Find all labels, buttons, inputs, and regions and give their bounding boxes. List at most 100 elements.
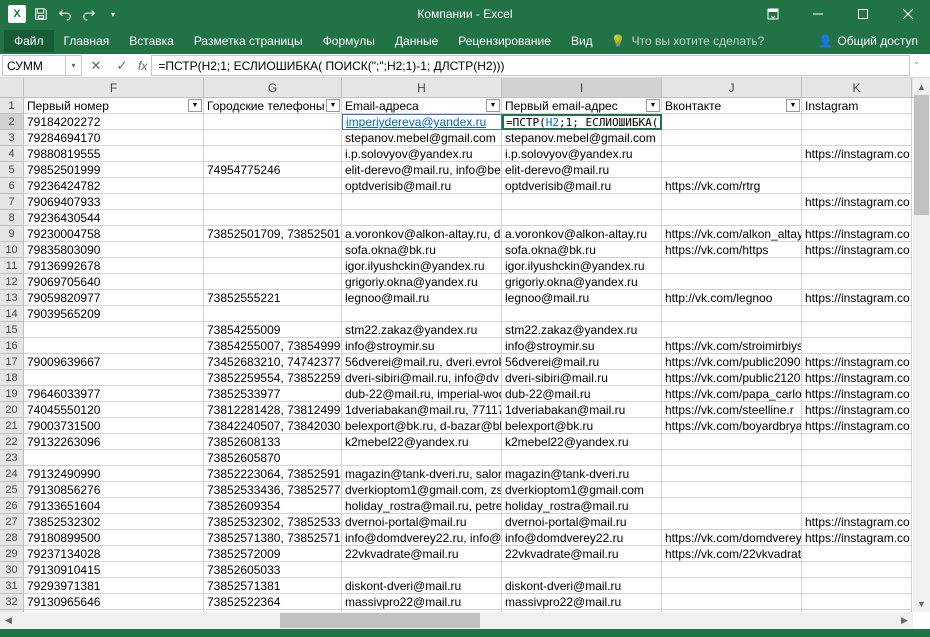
- cell[interactable]: =ПСТР(H2;1; ЕСЛИОШИБКА( ПОИСК(";";H2;1)-…: [502, 114, 662, 130]
- cell[interactable]: 79069407933: [24, 194, 204, 210]
- cell[interactable]: 74045550120: [24, 402, 204, 418]
- row-header[interactable]: 8: [0, 210, 24, 226]
- minimize-button[interactable]: [795, 0, 840, 28]
- cell[interactable]: 79880819555: [24, 146, 204, 162]
- tab-view[interactable]: Вид: [561, 30, 603, 52]
- row-header[interactable]: 29: [0, 546, 24, 562]
- cell[interactable]: legnoo@mail.ru: [502, 290, 662, 306]
- cell[interactable]: 79646033977: [24, 386, 204, 402]
- cell-header[interactable]: Email-адреса▼: [342, 98, 502, 114]
- cell[interactable]: [662, 578, 802, 594]
- cell[interactable]: https://vk.com/boyardbrya: [662, 418, 802, 434]
- col-header-J[interactable]: J: [662, 78, 802, 97]
- cell[interactable]: magazin@tank-dveri.ru, salon@: [342, 466, 502, 482]
- tab-review[interactable]: Рецензирование: [448, 30, 561, 52]
- cell-header[interactable]: Первый email-адрес▼: [502, 98, 662, 114]
- cell[interactable]: [342, 194, 502, 210]
- row-header[interactable]: 13: [0, 290, 24, 306]
- cell[interactable]: [802, 546, 912, 562]
- cell[interactable]: holiday_rostra@mail.ru: [502, 498, 662, 514]
- scroll-right[interactable]: ▶: [896, 612, 913, 629]
- cell[interactable]: 73852605033: [204, 562, 342, 578]
- cell[interactable]: 73812281428, 73812499227, 7381: [204, 402, 342, 418]
- cell[interactable]: a.voronkov@alkon-altay.ru: [502, 226, 662, 242]
- cell[interactable]: [802, 338, 912, 354]
- cell[interactable]: 79069705640: [24, 274, 204, 290]
- cell[interactable]: dverkioptom1@gmail.com: [502, 482, 662, 498]
- cell-header[interactable]: Instagram: [802, 98, 912, 114]
- cell[interactable]: 79284694170: [24, 130, 204, 146]
- cell[interactable]: 79237134028: [24, 546, 204, 562]
- cell[interactable]: [802, 578, 912, 594]
- cell[interactable]: elit-derevo@mail.ru, info@bel: [342, 162, 502, 178]
- cell[interactable]: belexport@bk.ru, d-bazar@bk.r: [342, 418, 502, 434]
- cell[interactable]: https://vk.com/steelline.r: [662, 402, 802, 418]
- row-header[interactable]: 3: [0, 130, 24, 146]
- cell[interactable]: 73852501709, 73852501790, 7385: [204, 226, 342, 242]
- cell[interactable]: 79130856276: [24, 482, 204, 498]
- cell[interactable]: k2mebel22@yandex.ru: [342, 434, 502, 450]
- filter-dropdown[interactable]: ▼: [188, 99, 202, 112]
- cell[interactable]: [802, 162, 912, 178]
- cell[interactable]: https://vk.com/public20906: [662, 354, 802, 370]
- cell[interactable]: https://vk.com/domdverey: [662, 530, 802, 546]
- tab-home[interactable]: Главная: [54, 30, 120, 52]
- cell[interactable]: 79039565209: [24, 306, 204, 322]
- cell[interactable]: [502, 450, 662, 466]
- cell[interactable]: https://instagram.co: [802, 402, 912, 418]
- row-header[interactable]: 1: [0, 98, 24, 114]
- cell[interactable]: stm22.zakaz@yandex.ru: [342, 322, 502, 338]
- cell[interactable]: stepanov.mebel@gmail.com: [502, 130, 662, 146]
- scroll-thumb-h[interactable]: [280, 613, 480, 628]
- cell[interactable]: 73852608133: [204, 434, 342, 450]
- close-button[interactable]: [885, 0, 930, 28]
- cell[interactable]: grigoriy.okna@yandex.ru: [502, 274, 662, 290]
- scroll-up[interactable]: ▲: [913, 78, 930, 95]
- cell[interactable]: https://vk.com/alkon_altay: [662, 226, 802, 242]
- cell[interactable]: 79009639667: [24, 354, 204, 370]
- name-box-dropdown[interactable]: ▾: [66, 55, 82, 76]
- maximize-button[interactable]: [840, 0, 885, 28]
- row-header[interactable]: 14: [0, 306, 24, 322]
- cell[interactable]: diskont-dveri@mail.ru: [502, 578, 662, 594]
- tab-insert[interactable]: Вставка: [119, 30, 184, 52]
- cell[interactable]: 79236430544: [24, 210, 204, 226]
- cell[interactable]: imperiydereva@yandex.ru: [342, 114, 502, 130]
- cell[interactable]: [802, 562, 912, 578]
- cell[interactable]: [24, 322, 204, 338]
- cell[interactable]: [662, 594, 802, 610]
- cell[interactable]: [502, 562, 662, 578]
- cell[interactable]: [662, 434, 802, 450]
- cell-header[interactable]: Вконтакте▼: [662, 98, 802, 114]
- cell[interactable]: 79003731500: [24, 418, 204, 434]
- cell[interactable]: optdverisib@mail.ru: [342, 178, 502, 194]
- cell[interactable]: 73452683210, 74742377882, 7474: [204, 354, 342, 370]
- scroll-down[interactable]: ▼: [913, 595, 930, 612]
- cell[interactable]: [662, 450, 802, 466]
- filter-dropdown[interactable]: ▼: [486, 99, 500, 112]
- cell[interactable]: 73852533977: [204, 386, 342, 402]
- row-header[interactable]: 24: [0, 466, 24, 482]
- cell[interactable]: [662, 466, 802, 482]
- cell[interactable]: [802, 434, 912, 450]
- share-button[interactable]: 👤 Общий доступ: [810, 32, 926, 50]
- col-header-G[interactable]: G: [204, 78, 342, 97]
- cell[interactable]: 22vkvadrate@mail.ru: [502, 546, 662, 562]
- cell[interactable]: igor.ilyushckin@yandex.ru: [342, 258, 502, 274]
- cell[interactable]: [802, 210, 912, 226]
- cell[interactable]: [24, 338, 204, 354]
- cell[interactable]: https://instagram.co: [802, 370, 912, 386]
- row-header[interactable]: 30: [0, 562, 24, 578]
- cell[interactable]: igor.ilyushckin@yandex.ru: [502, 258, 662, 274]
- cell[interactable]: sofa.okna@bk.ru: [342, 242, 502, 258]
- cell[interactable]: 79180899500: [24, 530, 204, 546]
- row-header[interactable]: 11: [0, 258, 24, 274]
- scroll-thumb-v[interactable]: [914, 95, 929, 215]
- scroll-left[interactable]: ◀: [0, 612, 17, 629]
- cell[interactable]: [662, 498, 802, 514]
- cell[interactable]: belexport@bk.ru: [502, 418, 662, 434]
- cell[interactable]: [802, 274, 912, 290]
- cell[interactable]: 22vkvadrate@mail.ru: [342, 546, 502, 562]
- cell[interactable]: optdverisib@mail.ru: [502, 178, 662, 194]
- cell[interactable]: 73842240507, 73842030978, 7384: [204, 418, 342, 434]
